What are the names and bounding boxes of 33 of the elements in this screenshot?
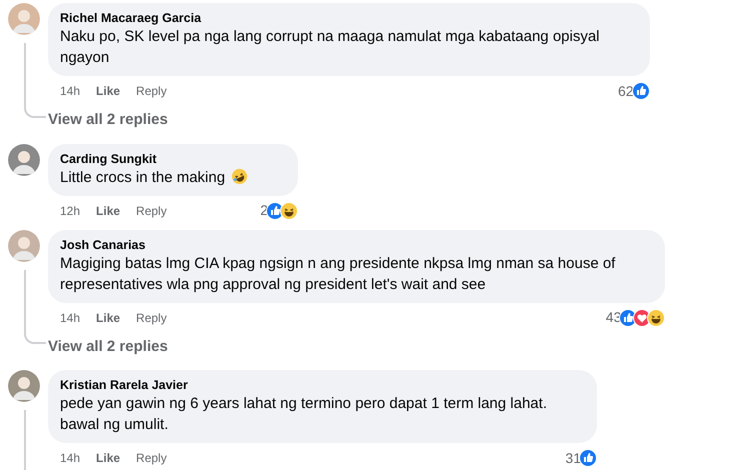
reply-button[interactable]: Reply — [136, 449, 167, 467]
comment-text: Magiging batas lmg CIA kpag ngsign n ang presidente nkpsa lmg nman sa house of representatives wla png approval ng president let's wait and see — [60, 254, 616, 294]
reaction-count[interactable]: 62 — [618, 80, 634, 102]
reaction-count[interactable]: 31 — [565, 448, 581, 468]
avatar[interactable] — [8, 370, 40, 402]
laughing-face-icon — [280, 202, 298, 220]
comment-text: Little crocs in the making — [60, 166, 248, 188]
thumbs-up-icon — [632, 82, 650, 100]
avatar[interactable] — [8, 3, 40, 35]
laughing-face-icon — [647, 308, 666, 326]
commenter-name[interactable]: Kristian Rarela Javier — [60, 377, 547, 393]
comment-text: pede yan gawin ng 6 years lahat ng termino pero dapat 1 term lang lahat. bawal ng umulit. — [60, 394, 547, 435]
avatar[interactable] — [8, 144, 40, 176]
comment-time[interactable]: 12h — [60, 202, 80, 220]
comment-time[interactable]: 14h — [60, 82, 80, 100]
commenter-name[interactable]: Richel Macaraeg Garcia — [60, 10, 600, 26]
view-replies-link[interactable]: View all 2 replies — [48, 109, 168, 132]
reply-button[interactable]: Reply — [136, 82, 167, 100]
like-button[interactable]: Like — [96, 82, 120, 100]
commenter-name[interactable]: Carding Sungkit — [60, 150, 248, 166]
comment-time[interactable]: 14h — [60, 308, 80, 326]
avatar[interactable] — [8, 230, 40, 262]
like-button[interactable]: Like — [96, 202, 120, 220]
laughing-face-icon — [231, 168, 248, 184]
commenter-name[interactable]: Josh Canarias — [60, 236, 616, 252]
thumbs-up-icon — [578, 449, 597, 467]
reply-button[interactable]: Reply — [136, 308, 167, 326]
comment-time[interactable]: 14h — [60, 449, 80, 467]
like-button[interactable]: Like — [96, 449, 120, 467]
view-replies-link[interactable]: View all 2 replies — [48, 336, 168, 358]
like-button[interactable]: Like — [96, 308, 120, 326]
reply-button[interactable]: Reply — [136, 202, 167, 220]
comment-text: Naku po, SK level pa nga lang corrupt na maaga namulat mga kabataang opisyal ngayon — [60, 27, 600, 68]
